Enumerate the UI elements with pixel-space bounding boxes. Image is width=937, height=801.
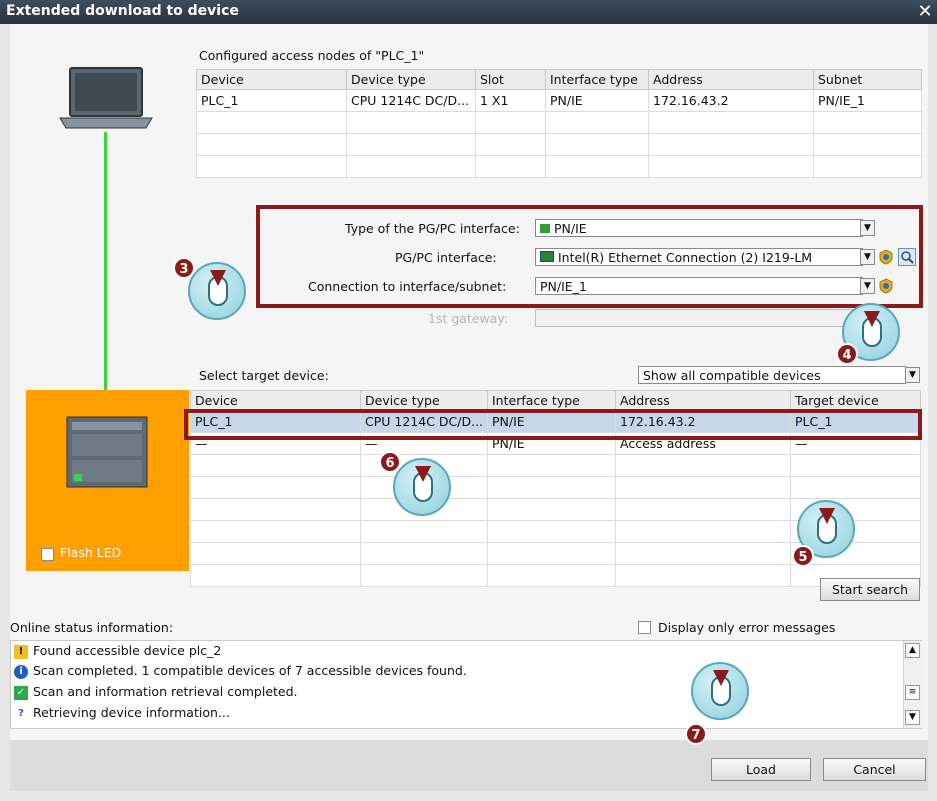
list-item: i Scan completed. 1 compatible devices of… — [11, 663, 891, 683]
col-slot: Slot — [475, 69, 546, 90]
cancel-button[interactable]: Cancel — [823, 758, 926, 781]
target-row-highlight-box — [184, 409, 922, 440]
scroll-down-icon[interactable]: ▼ — [905, 710, 920, 725]
cancel-label: Cancel — [853, 762, 896, 777]
target-header-row: Device Device type Interface type Addres… — [190, 390, 921, 411]
col-interface-type: Interface type — [487, 390, 616, 411]
table-row — [196, 155, 922, 178]
flash-led-checkbox[interactable] — [41, 548, 54, 561]
device-filter-value: Show all compatible devices — [643, 368, 821, 383]
col-device: Device — [196, 69, 347, 90]
pg-pc-laptop-icon — [59, 67, 153, 129]
mouse-pointer-icon — [691, 662, 749, 720]
col-interface-type: Interface type — [545, 69, 649, 90]
status-message: Scan and information retrieval completed… — [33, 684, 298, 699]
callout-badge: 7 — [685, 723, 707, 745]
table-row — [190, 454, 921, 477]
status-message: Scan completed. 1 compatible devices of … — [33, 663, 467, 678]
title-bar: Extended download to device ✕ — [0, 0, 937, 24]
error-only-label: Display only error messages — [658, 620, 836, 635]
list-item: ✓ Scan and information retrieval complete… — [11, 684, 891, 704]
list-item: ? Retrieving device information... — [11, 705, 891, 725]
col-device: Device — [190, 390, 361, 411]
check-icon: ✓ — [14, 685, 28, 700]
gateway-label: 1st gateway: — [428, 311, 509, 326]
callout-badge: 5 — [792, 545, 814, 567]
device-filter-select[interactable]: Show all compatible devices — [638, 366, 906, 384]
mouse-pointer-icon — [393, 458, 451, 516]
start-search-label: Start search — [831, 582, 909, 597]
cell-interface-type: PN/IE — [545, 89, 649, 112]
col-device-type: Device type — [360, 390, 488, 411]
col-address: Address — [615, 390, 791, 411]
dialog-title: Extended download to device — [6, 3, 239, 19]
cell-device: PLC_1 — [196, 89, 347, 112]
load-label: Load — [746, 762, 776, 777]
callout-badge: 3 — [173, 257, 195, 279]
chevron-down-icon[interactable]: ▼ — [905, 367, 920, 383]
cell-subnet: PN/IE_1 — [813, 89, 922, 112]
warning-icon: ! — [14, 644, 28, 659]
close-icon[interactable]: ✕ — [913, 0, 937, 24]
status-message: Retrieving device information... — [33, 705, 230, 720]
network-question-icon: ? — [18, 707, 24, 719]
start-search-button[interactable]: Start search — [820, 578, 920, 601]
status-message: Found accessible device plc_2 — [33, 643, 222, 658]
flash-led-label: Flash LED — [60, 545, 122, 560]
col-target-device: Target device — [790, 390, 921, 411]
table-row — [196, 111, 922, 134]
col-device-type: Device type — [346, 69, 476, 90]
connection-line — [104, 132, 107, 390]
scroll-up-icon[interactable]: ▲ — [905, 643, 920, 658]
target-heading: Select target device: — [199, 368, 329, 383]
status-heading: Online status information: — [10, 620, 174, 635]
cell-device-type: CPU 1214C DC/D... — [346, 89, 476, 112]
mouse-pointer-icon — [188, 262, 246, 320]
dialog-content: Configured access nodes of "PLC_1" Devic… — [10, 24, 928, 740]
status-log: ! Found accessible device plc_2 i Scan com… — [10, 640, 922, 729]
list-item: ! Found accessible device plc_2 — [11, 643, 891, 663]
info-icon: i — [14, 664, 28, 679]
callout-badge: 4 — [836, 343, 858, 365]
load-button[interactable]: Load — [711, 758, 811, 781]
scroll-thumb[interactable]: ≡ — [905, 685, 920, 700]
status-scrollbar[interactable]: ▲ ≡ ▼ — [903, 641, 922, 728]
col-subnet: Subnet — [813, 69, 922, 90]
col-address: Address — [648, 69, 814, 90]
callout-badge: 6 — [379, 451, 401, 473]
cell-slot: 1 X1 — [475, 89, 546, 112]
table-row — [190, 564, 921, 587]
cell-address: 172.16.43.2 — [648, 89, 814, 112]
error-only-checkbox[interactable] — [638, 621, 651, 634]
table-row — [196, 133, 922, 156]
interface-highlight-box — [256, 205, 923, 308]
configured-table: Device Device type Slot Interface type A… — [196, 69, 922, 178]
table-row[interactable]: PLC_1 CPU 1214C DC/D... 1 X1 PN/IE 172.1… — [196, 89, 922, 112]
configured-header-row: Device Device type Slot Interface type A… — [196, 69, 922, 90]
table-row — [190, 476, 921, 499]
gateway-field — [535, 309, 863, 327]
extended-download-dialog: Extended download to device ✕ Configured… — [0, 0, 937, 801]
target-device-panel: Flash LED — [26, 390, 189, 571]
configured-heading: Configured access nodes of "PLC_1" — [199, 48, 425, 63]
plc-icon — [66, 416, 148, 488]
